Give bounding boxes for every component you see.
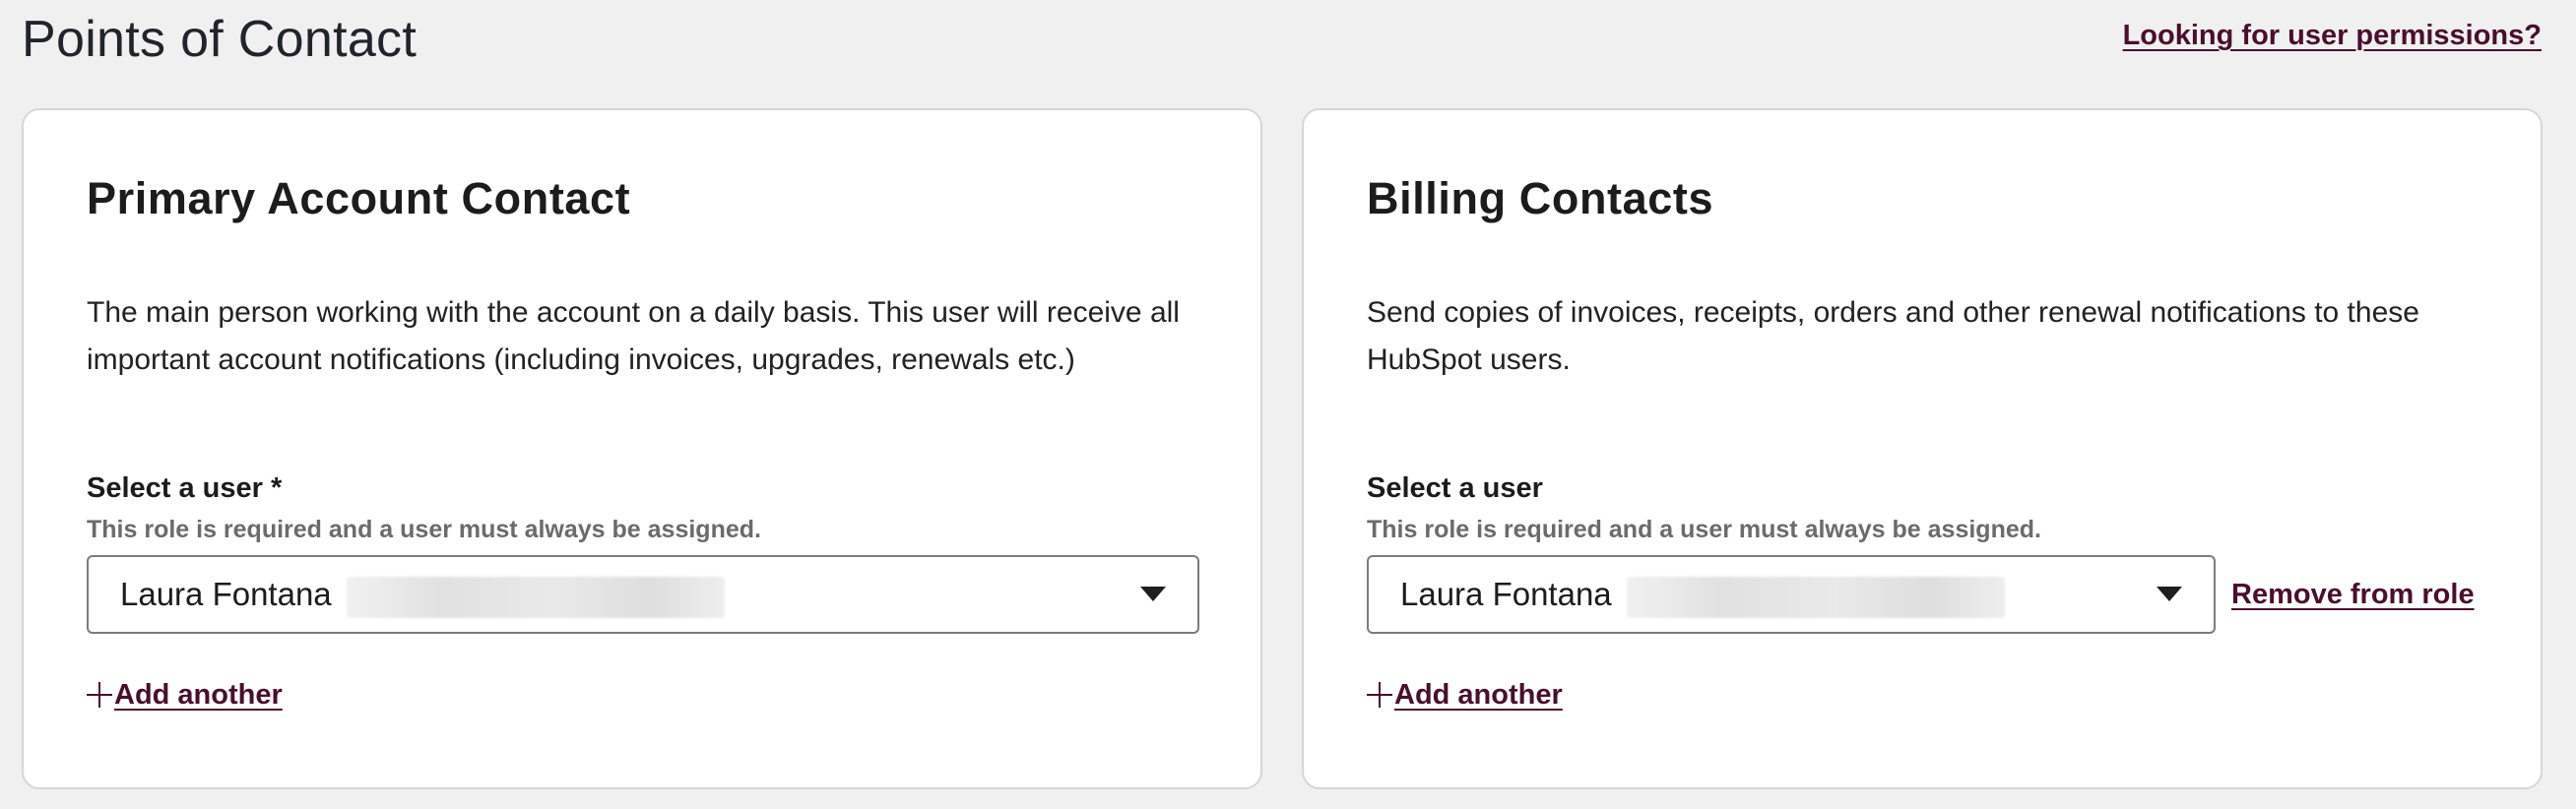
- billing-add-another-button[interactable]: Add another: [1367, 675, 1563, 715]
- page-title: Points of Contact: [22, 11, 418, 68]
- primary-user-select[interactable]: Laura Fontana: [87, 555, 1199, 634]
- user-permissions-link[interactable]: Looking for user permissions?: [2123, 16, 2542, 55]
- add-another-label: Add another: [114, 679, 283, 711]
- billing-user-help-text: This role is required and a user must al…: [1367, 516, 2041, 543]
- redacted-email: [347, 577, 725, 618]
- billing-contacts-title: Billing Contacts: [1367, 173, 1714, 223]
- billing-contacts-card: Billing Contacts Send copies of invoices…: [1302, 108, 2543, 789]
- billing-contacts-description: Send copies of invoices, receipts, order…: [1367, 296, 2419, 376]
- add-another-label: Add another: [1394, 679, 1563, 711]
- plus-icon: [87, 682, 112, 708]
- primary-user-field-label: Select a user *: [87, 472, 283, 504]
- redacted-email: [1627, 577, 2005, 618]
- caret-down-icon: [2157, 587, 2182, 601]
- primary-contact-title: Primary Account Contact: [87, 173, 631, 223]
- caret-down-icon: [1140, 587, 1166, 601]
- remove-from-role-link[interactable]: Remove from role: [2231, 575, 2475, 614]
- primary-add-another-button[interactable]: Add another: [87, 675, 283, 715]
- primary-selected-user: Laura Fontana: [120, 576, 332, 612]
- billing-user-select[interactable]: Laura Fontana: [1367, 555, 2216, 634]
- billing-user-field-label: Select a user: [1367, 472, 1543, 504]
- billing-selected-user: Laura Fontana: [1400, 576, 1612, 612]
- primary-user-help-text: This role is required and a user must al…: [87, 516, 761, 543]
- primary-contact-description: The main person working with the account…: [87, 296, 1180, 376]
- primary-account-contact-card: Primary Account Contact The main person …: [22, 108, 1262, 789]
- plus-icon: [1367, 682, 1392, 708]
